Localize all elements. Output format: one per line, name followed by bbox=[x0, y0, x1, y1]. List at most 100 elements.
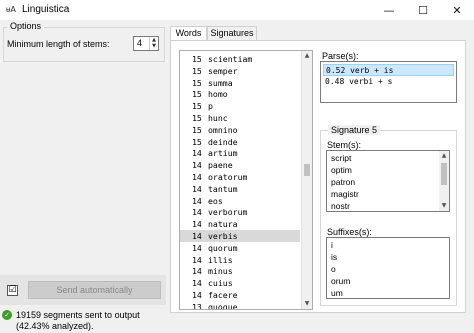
list-item[interactable]: 14 tantum bbox=[180, 183, 300, 195]
list-item[interactable]: 15 p bbox=[180, 100, 300, 112]
list-item[interactable]: 15 deinde bbox=[180, 136, 300, 148]
send-automatically-button[interactable]: Send automatically bbox=[28, 281, 161, 299]
status-text: 19159 segments sent to output (42.43% an… bbox=[16, 310, 140, 331]
parse-item[interactable]: 0.52 verb + is bbox=[323, 64, 454, 76]
word-text: semper bbox=[208, 65, 238, 76]
list-item[interactable]: 14 paene bbox=[180, 159, 300, 171]
suffix-item[interactable]: o bbox=[331, 263, 336, 275]
stems-label: Stem(s): bbox=[327, 140, 362, 150]
stem-item[interactable]: nostr bbox=[331, 200, 350, 211]
parses-list[interactable]: 0.52 verb + is 0.48 verbi + s bbox=[320, 61, 457, 103]
close-button[interactable]: ✕ bbox=[440, 0, 474, 20]
word-text: hunc bbox=[208, 113, 228, 123]
word-count: 15 bbox=[192, 89, 202, 100]
word-count: 14 bbox=[192, 183, 202, 194]
list-item[interactable]: 14 cuius bbox=[180, 277, 300, 289]
list-item[interactable]: 14 oratorum bbox=[180, 171, 300, 183]
word-count: 14 bbox=[192, 242, 202, 253]
word-text: cuius bbox=[208, 278, 233, 289]
word-count: 15 bbox=[192, 54, 202, 64]
list-item[interactable]: 15 summa bbox=[180, 77, 300, 89]
word-count: 14 bbox=[192, 266, 202, 277]
scroll-thumb[interactable] bbox=[441, 163, 447, 185]
scroll-thumb[interactable] bbox=[304, 163, 310, 176]
word-count: 14 bbox=[192, 219, 202, 230]
suffix-item[interactable]: orum bbox=[331, 275, 350, 287]
word-text: eos bbox=[208, 195, 223, 206]
list-item[interactable]: 14 artium bbox=[180, 147, 300, 159]
word-text: facere bbox=[208, 290, 238, 300]
word-text: verborum bbox=[208, 207, 248, 218]
stem-item[interactable]: patron bbox=[331, 176, 355, 188]
words-list[interactable]: 13 quoque 14 facere 14 cuius 14 minus 14 illis 14 q… bbox=[179, 50, 313, 310]
list-item[interactable]: 14 eos bbox=[180, 195, 300, 207]
stem-item[interactable]: optim bbox=[331, 164, 352, 176]
signature-legend: Signature 5 bbox=[328, 125, 381, 135]
list-item[interactable]: 14 verbis bbox=[180, 230, 300, 242]
list-item[interactable]: 15 hunc bbox=[180, 112, 300, 124]
stem-item[interactable]: script bbox=[331, 152, 351, 164]
suffix-item[interactable]: i bbox=[331, 239, 333, 251]
word-count: 15 bbox=[192, 65, 202, 76]
word-text: summa bbox=[208, 77, 233, 88]
list-item[interactable]: 14 facere bbox=[180, 289, 300, 301]
window-title: Linguistica bbox=[22, 4, 70, 15]
list-item[interactable]: 14 minus bbox=[180, 265, 300, 277]
suffixes-list[interactable]: i is o orum um bbox=[326, 237, 450, 299]
word-count: 15 bbox=[192, 77, 202, 88]
word-count: 14 bbox=[192, 160, 202, 171]
minimize-button[interactable]: — bbox=[372, 0, 406, 20]
tab-signatures[interactable]: Signatures bbox=[207, 26, 257, 41]
word-text: oratorum bbox=[208, 172, 248, 182]
word-text: verbis bbox=[208, 231, 238, 241]
scroll-down-icon[interactable]: ▼ bbox=[302, 299, 312, 309]
words-scrollbar[interactable]: ▲ ▼ bbox=[301, 51, 312, 309]
min-stem-length-spinbox[interactable]: 4 ▲ ▼ bbox=[133, 36, 159, 51]
tab-words[interactable]: Words bbox=[170, 26, 207, 41]
scroll-up-icon[interactable]: ▲ bbox=[302, 51, 312, 61]
maximize-button[interactable]: ☐ bbox=[406, 0, 440, 20]
list-item[interactable]: 14 natura bbox=[180, 218, 300, 230]
word-text: p bbox=[208, 101, 213, 112]
word-count: 14 bbox=[192, 278, 202, 289]
stem-item[interactable]: magistr bbox=[331, 188, 359, 200]
word-count: 15 bbox=[192, 101, 202, 112]
list-item[interactable]: 15 omnino bbox=[180, 124, 300, 136]
word-count: 15 bbox=[192, 136, 202, 147]
stems-list[interactable]: nostr magistr patron optim script ▲ ▼ bbox=[326, 150, 450, 212]
scroll-up-icon[interactable]: ▲ bbox=[439, 151, 449, 161]
stems-scrollbar[interactable]: ▲ ▼ bbox=[439, 151, 449, 211]
list-item[interactable]: 14 illis bbox=[180, 254, 300, 266]
word-count: 14 bbox=[192, 290, 202, 300]
word-text: quoque bbox=[208, 301, 238, 310]
word-count: 13 bbox=[192, 301, 202, 310]
min-stem-length-label: Minimum length of stems: bbox=[7, 39, 110, 49]
word-text: homo bbox=[208, 89, 228, 100]
word-text: minus bbox=[208, 266, 233, 277]
min-stem-length-value[interactable]: 4 bbox=[137, 38, 142, 48]
list-item[interactable]: 13 quoque bbox=[180, 301, 300, 310]
scroll-down-icon[interactable]: ▼ bbox=[439, 201, 449, 211]
list-item[interactable]: 14 verborum bbox=[180, 206, 300, 218]
parse-item[interactable]: 0.48 verbi + s bbox=[323, 76, 454, 88]
list-item[interactable]: 15 homo bbox=[180, 88, 300, 100]
send-automatically-checkbox[interactable]: ☑ bbox=[7, 285, 18, 296]
suffix-item[interactable]: is bbox=[331, 251, 337, 263]
parses-label: Parse(s): bbox=[322, 51, 359, 61]
word-count: 14 bbox=[192, 172, 202, 182]
options-legend: Options bbox=[7, 21, 45, 31]
word-text: quorum bbox=[208, 242, 238, 253]
word-count: 14 bbox=[192, 195, 202, 206]
suffix-item[interactable]: um bbox=[331, 287, 343, 298]
list-item[interactable]: 15 scientiam bbox=[180, 53, 300, 65]
word-count: 15 bbox=[192, 124, 202, 135]
word-count: 14 bbox=[192, 231, 202, 241]
word-count: 14 bbox=[192, 207, 202, 218]
spin-arrows-icon[interactable]: ▲ ▼ bbox=[149, 37, 158, 50]
suffixes-label: Suffixes(s): bbox=[327, 227, 372, 237]
list-item[interactable]: 15 semper bbox=[180, 65, 300, 77]
list-item[interactable]: 14 quorum bbox=[180, 242, 300, 254]
word-text: illis bbox=[208, 254, 233, 265]
title-bar: ᵾA Linguistica — ☐ ✕ bbox=[0, 0, 474, 20]
word-text: scientiam bbox=[208, 54, 253, 64]
